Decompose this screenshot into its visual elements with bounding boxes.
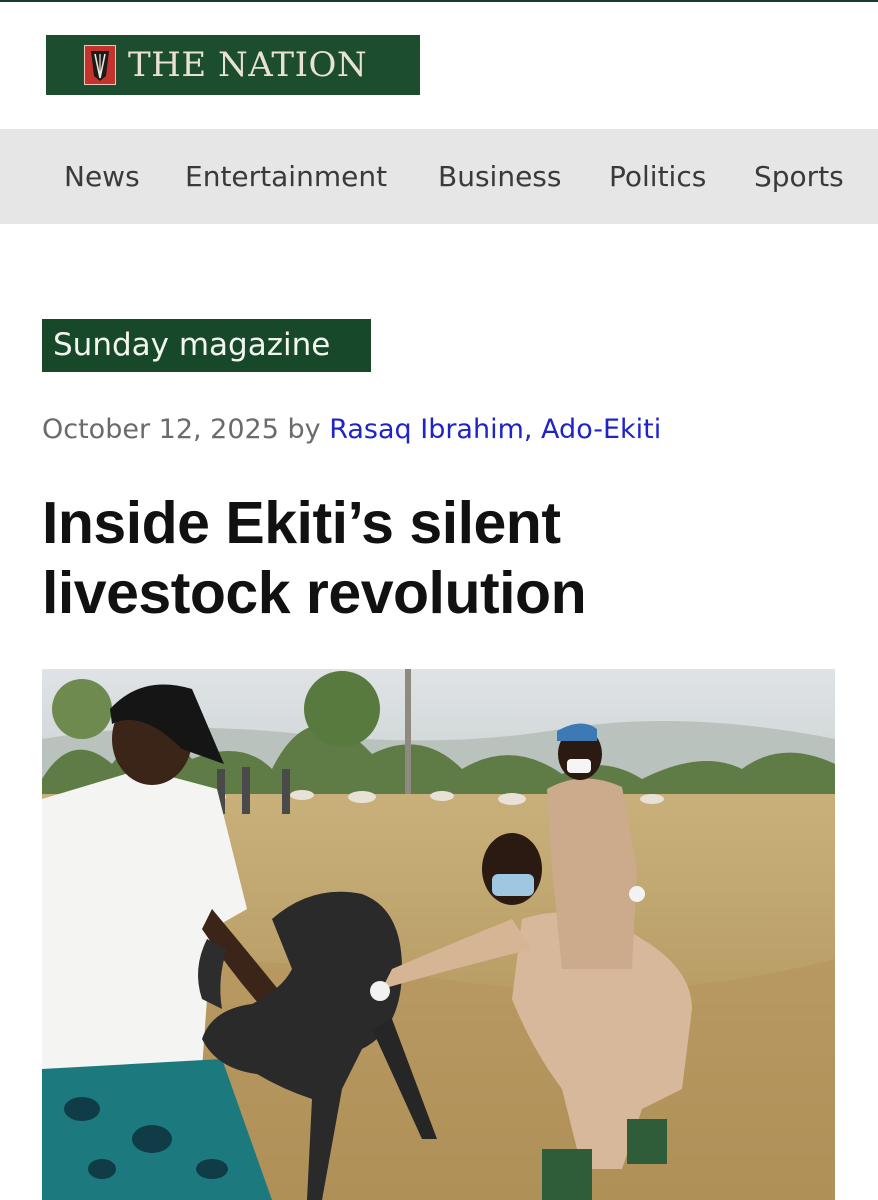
category-badge[interactable]: Sunday magazine [42, 319, 371, 372]
headline-line-2: livestock revolution [42, 560, 587, 626]
logo-wordmark: THE NATION [128, 45, 368, 85]
article-meta: October 12, 2025 by Rasaq Ibrahim, Ado-E… [42, 409, 661, 451]
crest-icon [84, 45, 116, 85]
site-logo[interactable]: THE NATION [46, 35, 420, 95]
nav-item-politics[interactable]: Politics [609, 129, 706, 224]
nav-item-sports[interactable]: Sports [754, 129, 844, 224]
top-rule [0, 0, 878, 2]
article-photo[interactable] [42, 669, 835, 1200]
author-link[interactable]: Rasaq Ibrahim, Ado-Ekiti [329, 414, 661, 445]
byline-prefix: by [287, 414, 321, 445]
nav-item-news[interactable]: News [64, 129, 140, 224]
nav-item-entertainment[interactable]: Entertainment [185, 129, 387, 224]
headline-line-1: Inside Ekiti’s silent [42, 490, 561, 556]
article-headline: Inside Ekiti’s silent livestock revoluti… [42, 488, 842, 628]
main-nav: News Entertainment Business Politics Spo… [0, 129, 878, 224]
nav-item-business[interactable]: Business [438, 129, 561, 224]
article-date: October 12, 2025 [42, 414, 279, 445]
